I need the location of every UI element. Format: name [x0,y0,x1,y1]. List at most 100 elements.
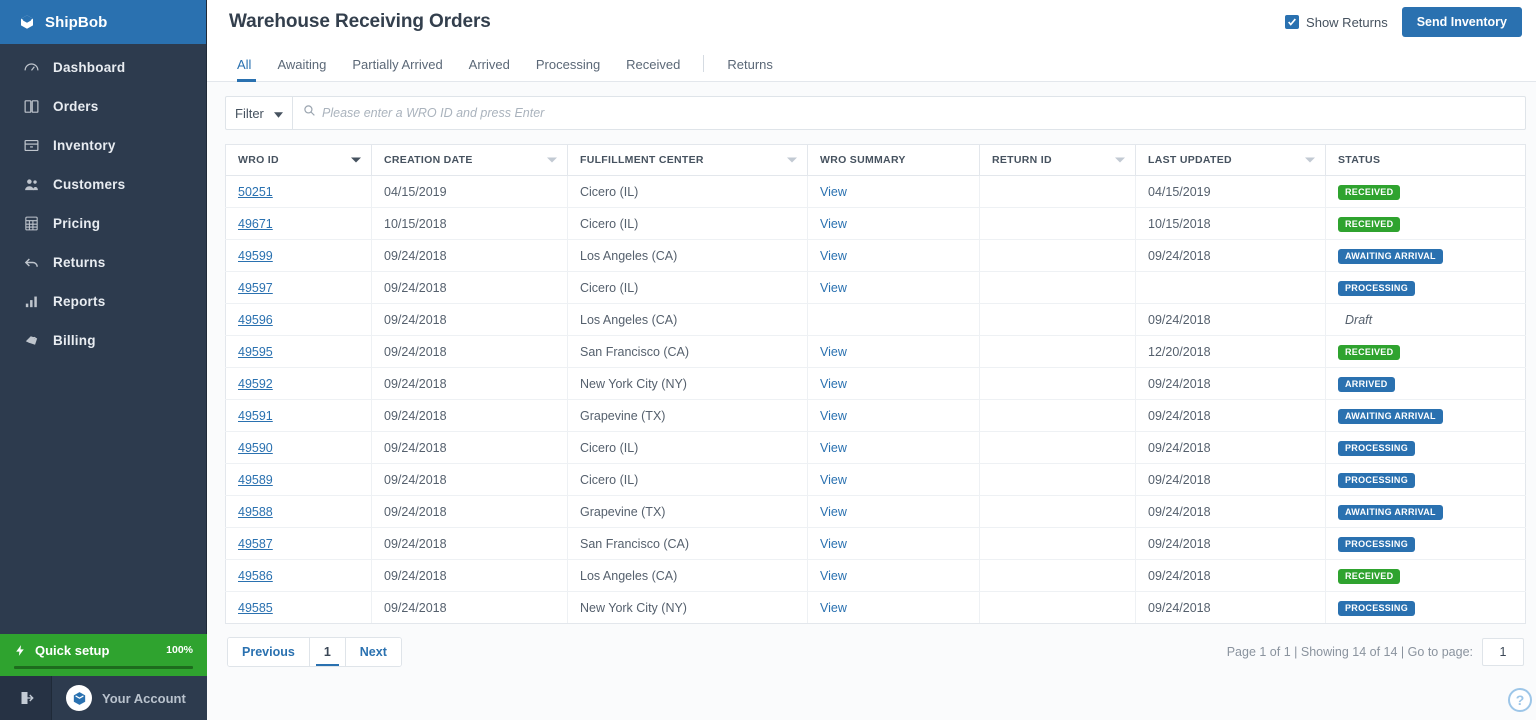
sort-caret-icon[interactable] [547,158,557,163]
help-question-icon[interactable]: ? [1508,688,1532,712]
cell-wro-summary: View [808,336,980,368]
view-summary-link[interactable]: View [820,409,847,423]
goto-page-input[interactable] [1482,638,1524,666]
show-returns-checkbox[interactable]: Show Returns [1285,15,1388,30]
send-inventory-button[interactable]: Send Inventory [1402,7,1522,37]
wro-id-link[interactable]: 49595 [238,345,273,359]
checkbox-checked-icon [1285,15,1299,29]
view-summary-link[interactable]: View [820,473,847,487]
search-icon [303,104,316,122]
wro-id-link[interactable]: 49588 [238,505,273,519]
logout-icon[interactable] [0,676,52,720]
view-summary-link[interactable]: View [820,601,847,615]
filter-bar: Filter [225,96,1526,130]
table-body: 5025104/15/2019Cicero (IL)View04/15/2019… [226,176,1526,624]
cell-status: PROCESSING [1326,464,1526,496]
sidebar-item-pricing[interactable]: Pricing [0,204,206,243]
page-number-button[interactable]: 1 [310,638,346,666]
wro-id-link[interactable]: 50251 [238,185,273,199]
next-page-button[interactable]: Next [346,638,401,666]
table-row: 4959009/24/2018Cicero (IL)View09/24/2018… [226,432,1526,464]
sort-caret-icon[interactable] [1305,158,1315,163]
view-summary-link[interactable]: View [820,217,847,231]
cell-return-id [980,464,1136,496]
cell-wro-summary: View [808,528,980,560]
cell-creation-date: 04/15/2019 [372,176,568,208]
tab-partially-arrived[interactable]: Partially Arrived [339,57,455,81]
tab-arrived[interactable]: Arrived [456,57,523,81]
wro-id-link[interactable]: 49586 [238,569,273,583]
sort-caret-icon[interactable] [351,158,361,163]
cell-status: RECEIVED [1326,208,1526,240]
wro-id-link[interactable]: 49597 [238,281,273,295]
wro-id-link[interactable]: 49599 [238,249,273,263]
wro-id-link[interactable]: 49592 [238,377,273,391]
view-summary-link[interactable]: View [820,569,847,583]
wro-id-link[interactable]: 49671 [238,217,273,231]
wro-id-link[interactable]: 49587 [238,537,273,551]
goto-page-label: Go to page: [1408,645,1473,659]
sidebar-item-label: Returns [53,255,105,270]
column-header-return-id[interactable]: RETURN ID [980,145,1136,176]
search-box[interactable] [293,96,1526,130]
sidebar-item-returns[interactable]: Returns [0,243,206,282]
chevron-down-icon [274,106,283,121]
column-header-label: CREATION DATE [384,154,473,166]
cell-last-updated [1136,272,1326,304]
search-input[interactable] [322,106,1515,120]
cell-return-id [980,432,1136,464]
view-summary-link[interactable]: View [820,377,847,391]
tab-returns[interactable]: Returns [714,57,786,81]
cell-last-updated: 09/24/2018 [1136,240,1326,272]
sidebar-item-reports[interactable]: Reports [0,282,206,321]
cell-wro-id: 50251 [226,176,372,208]
previous-page-button[interactable]: Previous [228,638,310,666]
cell-last-updated: 09/24/2018 [1136,304,1326,336]
cell-fulfillment-center: San Francisco (CA) [568,336,808,368]
tab-processing[interactable]: Processing [523,57,613,81]
wro-id-link[interactable]: 49590 [238,441,273,455]
cell-status: PROCESSING [1326,592,1526,624]
table-row: 4958509/24/2018New York City (NY)View09/… [226,592,1526,624]
column-header-fulfillment-center[interactable]: FULFILLMENT CENTER [568,145,808,176]
quick-setup-panel[interactable]: Quick setup 100% [0,634,207,676]
tab-awaiting[interactable]: Awaiting [264,57,339,81]
brand-logo[interactable]: ShipBob [0,0,206,44]
tab-received[interactable]: Received [613,57,693,81]
view-summary-link[interactable]: View [820,281,847,295]
account-link[interactable]: Your Account [52,685,186,711]
status-badge: RECEIVED [1338,185,1400,200]
column-header-wro-id[interactable]: WRO ID [226,145,372,176]
column-header-creation-date[interactable]: CREATION DATE [372,145,568,176]
sort-caret-icon[interactable] [787,158,797,163]
column-header-last-updated[interactable]: LAST UPDATED [1136,145,1326,176]
billing-tag-icon [22,332,40,350]
cell-wro-summary: View [808,464,980,496]
view-summary-link[interactable]: View [820,441,847,455]
sidebar-item-orders[interactable]: Orders [0,87,206,126]
sidebar-item-billing[interactable]: Billing [0,321,206,360]
view-summary-link[interactable]: View [820,537,847,551]
table-row: 4967110/15/2018Cicero (IL)View10/15/2018… [226,208,1526,240]
sidebar-item-inventory[interactable]: Inventory [0,126,206,165]
view-summary-link[interactable]: View [820,345,847,359]
cell-wro-summary: View [808,176,980,208]
cell-creation-date: 09/24/2018 [372,560,568,592]
view-summary-link[interactable]: View [820,185,847,199]
wro-id-link[interactable]: 49591 [238,409,273,423]
wro-id-link[interactable]: 49585 [238,601,273,615]
sort-caret-icon[interactable] [1115,158,1125,163]
cell-wro-id: 49586 [226,560,372,592]
sidebar-item-dashboard[interactable]: Dashboard [0,48,206,87]
wro-id-link[interactable]: 49596 [238,313,273,327]
tab-all[interactable]: All [229,57,264,81]
sidebar-item-customers[interactable]: Customers [0,165,206,204]
cell-creation-date: 09/24/2018 [372,432,568,464]
cell-status: RECEIVED [1326,176,1526,208]
view-summary-link[interactable]: View [820,249,847,263]
quick-setup-percent: 100% [166,644,193,656]
view-summary-link[interactable]: View [820,505,847,519]
table-row: 4958809/24/2018Grapevine (TX)View09/24/2… [226,496,1526,528]
filter-dropdown[interactable]: Filter [225,96,293,130]
wro-id-link[interactable]: 49589 [238,473,273,487]
